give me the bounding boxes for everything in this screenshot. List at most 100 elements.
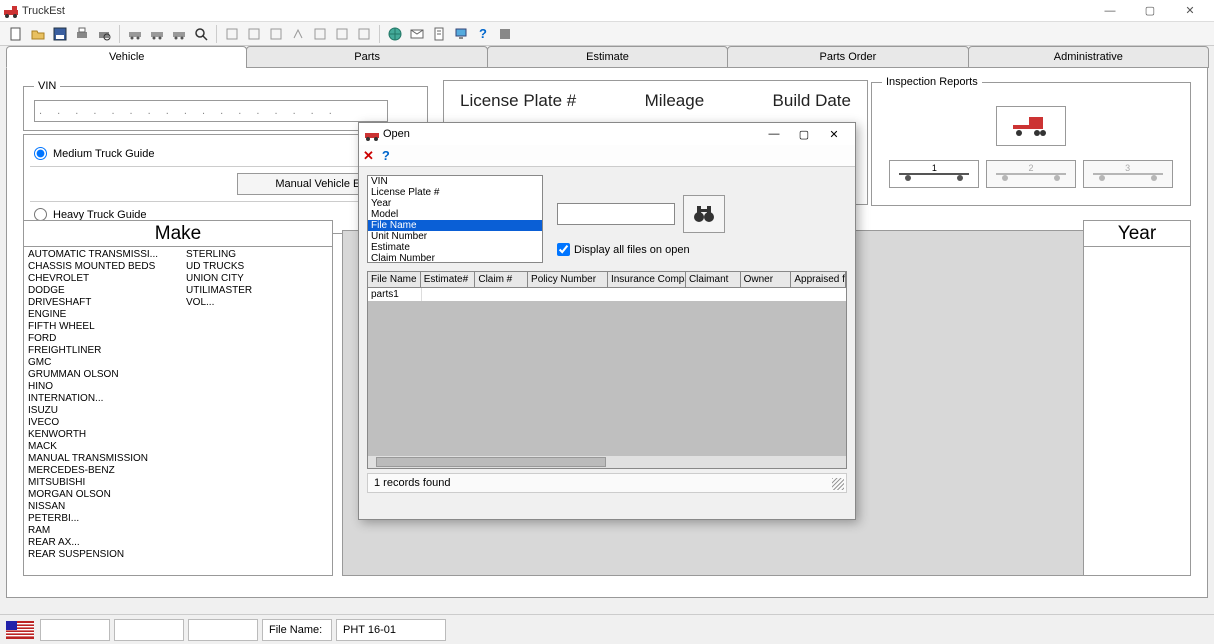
make-item[interactable]: UNION CITY [186,273,328,285]
display-all-checkbox[interactable] [557,243,570,256]
zoom-icon[interactable] [191,24,211,44]
truck-inspection-button[interactable] [996,106,1066,146]
tool-icon-7[interactable] [354,24,374,44]
help-question-icon[interactable]: ? [382,148,390,163]
make-item[interactable]: ISUZU [28,405,186,417]
field-list-item[interactable]: Model [368,209,542,220]
mail-icon[interactable] [407,24,427,44]
dialog-minimize-button[interactable]: — [759,128,789,140]
vin-input[interactable] [34,100,388,122]
make-item[interactable]: FREIGHTLINER [28,345,186,357]
minimize-button[interactable]: — [1090,0,1130,22]
make-item[interactable]: MACK [28,441,186,453]
field-list-item[interactable]: Estimate [368,242,542,253]
tool-icon-4[interactable] [288,24,308,44]
make-item[interactable]: IVECO [28,417,186,429]
grid-column-header[interactable]: File Name [368,272,421,287]
make-item[interactable]: NISSAN [28,501,186,513]
make-item[interactable]: HINO [28,381,186,393]
globe-icon[interactable] [385,24,405,44]
make-item[interactable]: AUTOMATIC TRANSMISSI... [28,249,186,261]
make-item[interactable]: PETERBI... [28,513,186,525]
tab-estimate[interactable]: Estimate [487,46,728,68]
grid-column-header[interactable]: Claim # [475,272,528,287]
maximize-button[interactable]: ▢ [1130,0,1170,22]
field-list-item[interactable]: Unit Number [368,231,542,242]
grid-column-header[interactable]: Appraised fo [791,272,846,287]
grid-column-header[interactable]: Insurance Company [608,272,686,287]
tool-icon-6[interactable] [332,24,352,44]
search-button[interactable] [683,195,725,233]
computer-icon[interactable] [451,24,471,44]
year-list[interactable] [1083,246,1191,576]
grid-column-header[interactable]: Estimate# [421,272,476,287]
tool-icon-5[interactable] [310,24,330,44]
make-item[interactable]: GRUMMAN OLSON [28,369,186,381]
grid-column-header[interactable]: Policy Number [528,272,608,287]
make-item[interactable]: INTERNATION... [28,393,186,405]
make-item[interactable]: FORD [28,333,186,345]
trailer-3-button[interactable]: 3 [1083,160,1173,188]
tool-icon-2[interactable] [244,24,264,44]
make-item[interactable]: KENWORTH [28,429,186,441]
search-input[interactable] [557,203,675,225]
make-item[interactable]: REAR SUSPENSION [28,549,186,561]
tool-icon-1[interactable] [222,24,242,44]
tool-icon-3[interactable] [266,24,286,44]
stop-icon[interactable] [495,24,515,44]
dialog-maximize-button[interactable]: ▢ [789,128,819,141]
make-item[interactable]: DRIVESHAFT [28,297,186,309]
tab-parts-order[interactable]: Parts Order [727,46,968,68]
make-item[interactable]: MERCEDES-BENZ [28,465,186,477]
make-item[interactable]: STERLING [186,249,328,261]
trailer-1-button[interactable]: 1 [889,160,979,188]
make-item[interactable]: UTILIMASTER [186,285,328,297]
print-preview-icon[interactable] [94,24,114,44]
dialog-close-button[interactable]: ✕ [819,128,849,141]
make-item[interactable]: GMC [28,357,186,369]
make-item[interactable]: MITSUBISHI [28,477,186,489]
doc-icon[interactable] [429,24,449,44]
make-item[interactable]: MANUAL TRANSMISSION [28,453,186,465]
tab-parts[interactable]: Parts [246,46,487,68]
field-list-item[interactable]: VIN [368,176,542,187]
display-all-label: Display all files on open [574,244,690,256]
make-item[interactable]: UD TRUCKS [186,261,328,273]
results-grid[interactable]: File NameEstimate#Claim #Policy NumberIn… [367,271,847,469]
medium-truck-radio[interactable] [34,147,47,160]
make-item[interactable]: ENGINE [28,309,186,321]
print-icon[interactable] [72,24,92,44]
grid-column-header[interactable]: Claimant [686,272,741,287]
field-list-item[interactable]: File Name [368,220,542,231]
make-item[interactable]: CHASSIS MOUNTED BEDS [28,261,186,273]
grid-column-header[interactable]: Owner [741,272,792,287]
open-folder-icon[interactable] [28,24,48,44]
tab-administrative[interactable]: Administrative [968,46,1209,68]
vehicle-icon-2[interactable] [147,24,167,44]
vehicle-icon-1[interactable] [125,24,145,44]
grid-row[interactable]: parts1 [368,288,846,301]
make-item[interactable]: DODGE [28,285,186,297]
trailer-2-button[interactable]: 2 [986,160,1076,188]
make-item[interactable]: REAR AX... [28,537,186,549]
save-icon[interactable] [50,24,70,44]
cancel-icon[interactable]: ✕ [363,148,374,164]
make-item[interactable]: CHEVROLET [28,273,186,285]
make-item[interactable]: FIFTH WHEEL [28,321,186,333]
field-list-item[interactable]: Year [368,198,542,209]
new-file-icon[interactable] [6,24,26,44]
close-button[interactable]: ✕ [1170,0,1210,22]
grid-horizontal-scrollbar[interactable] [368,456,846,468]
make-list[interactable]: AUTOMATIC TRANSMISSI...CHASSIS MOUNTED B… [23,246,333,576]
display-all-checkbox-row[interactable]: Display all files on open [557,243,725,256]
make-item[interactable]: VOL... [186,297,328,309]
resize-grip[interactable] [832,478,844,490]
make-item[interactable]: MORGAN OLSON [28,489,186,501]
vehicle-icon-3[interactable] [169,24,189,44]
search-field-list[interactable]: VINLicense Plate #YearModelFile NameUnit… [367,175,543,263]
make-item[interactable]: RAM [28,525,186,537]
field-list-item[interactable]: License Plate # [368,187,542,198]
tab-vehicle[interactable]: Vehicle [6,46,247,68]
help-icon[interactable]: ? [473,24,493,44]
field-list-item[interactable]: Claim Number [368,253,542,263]
